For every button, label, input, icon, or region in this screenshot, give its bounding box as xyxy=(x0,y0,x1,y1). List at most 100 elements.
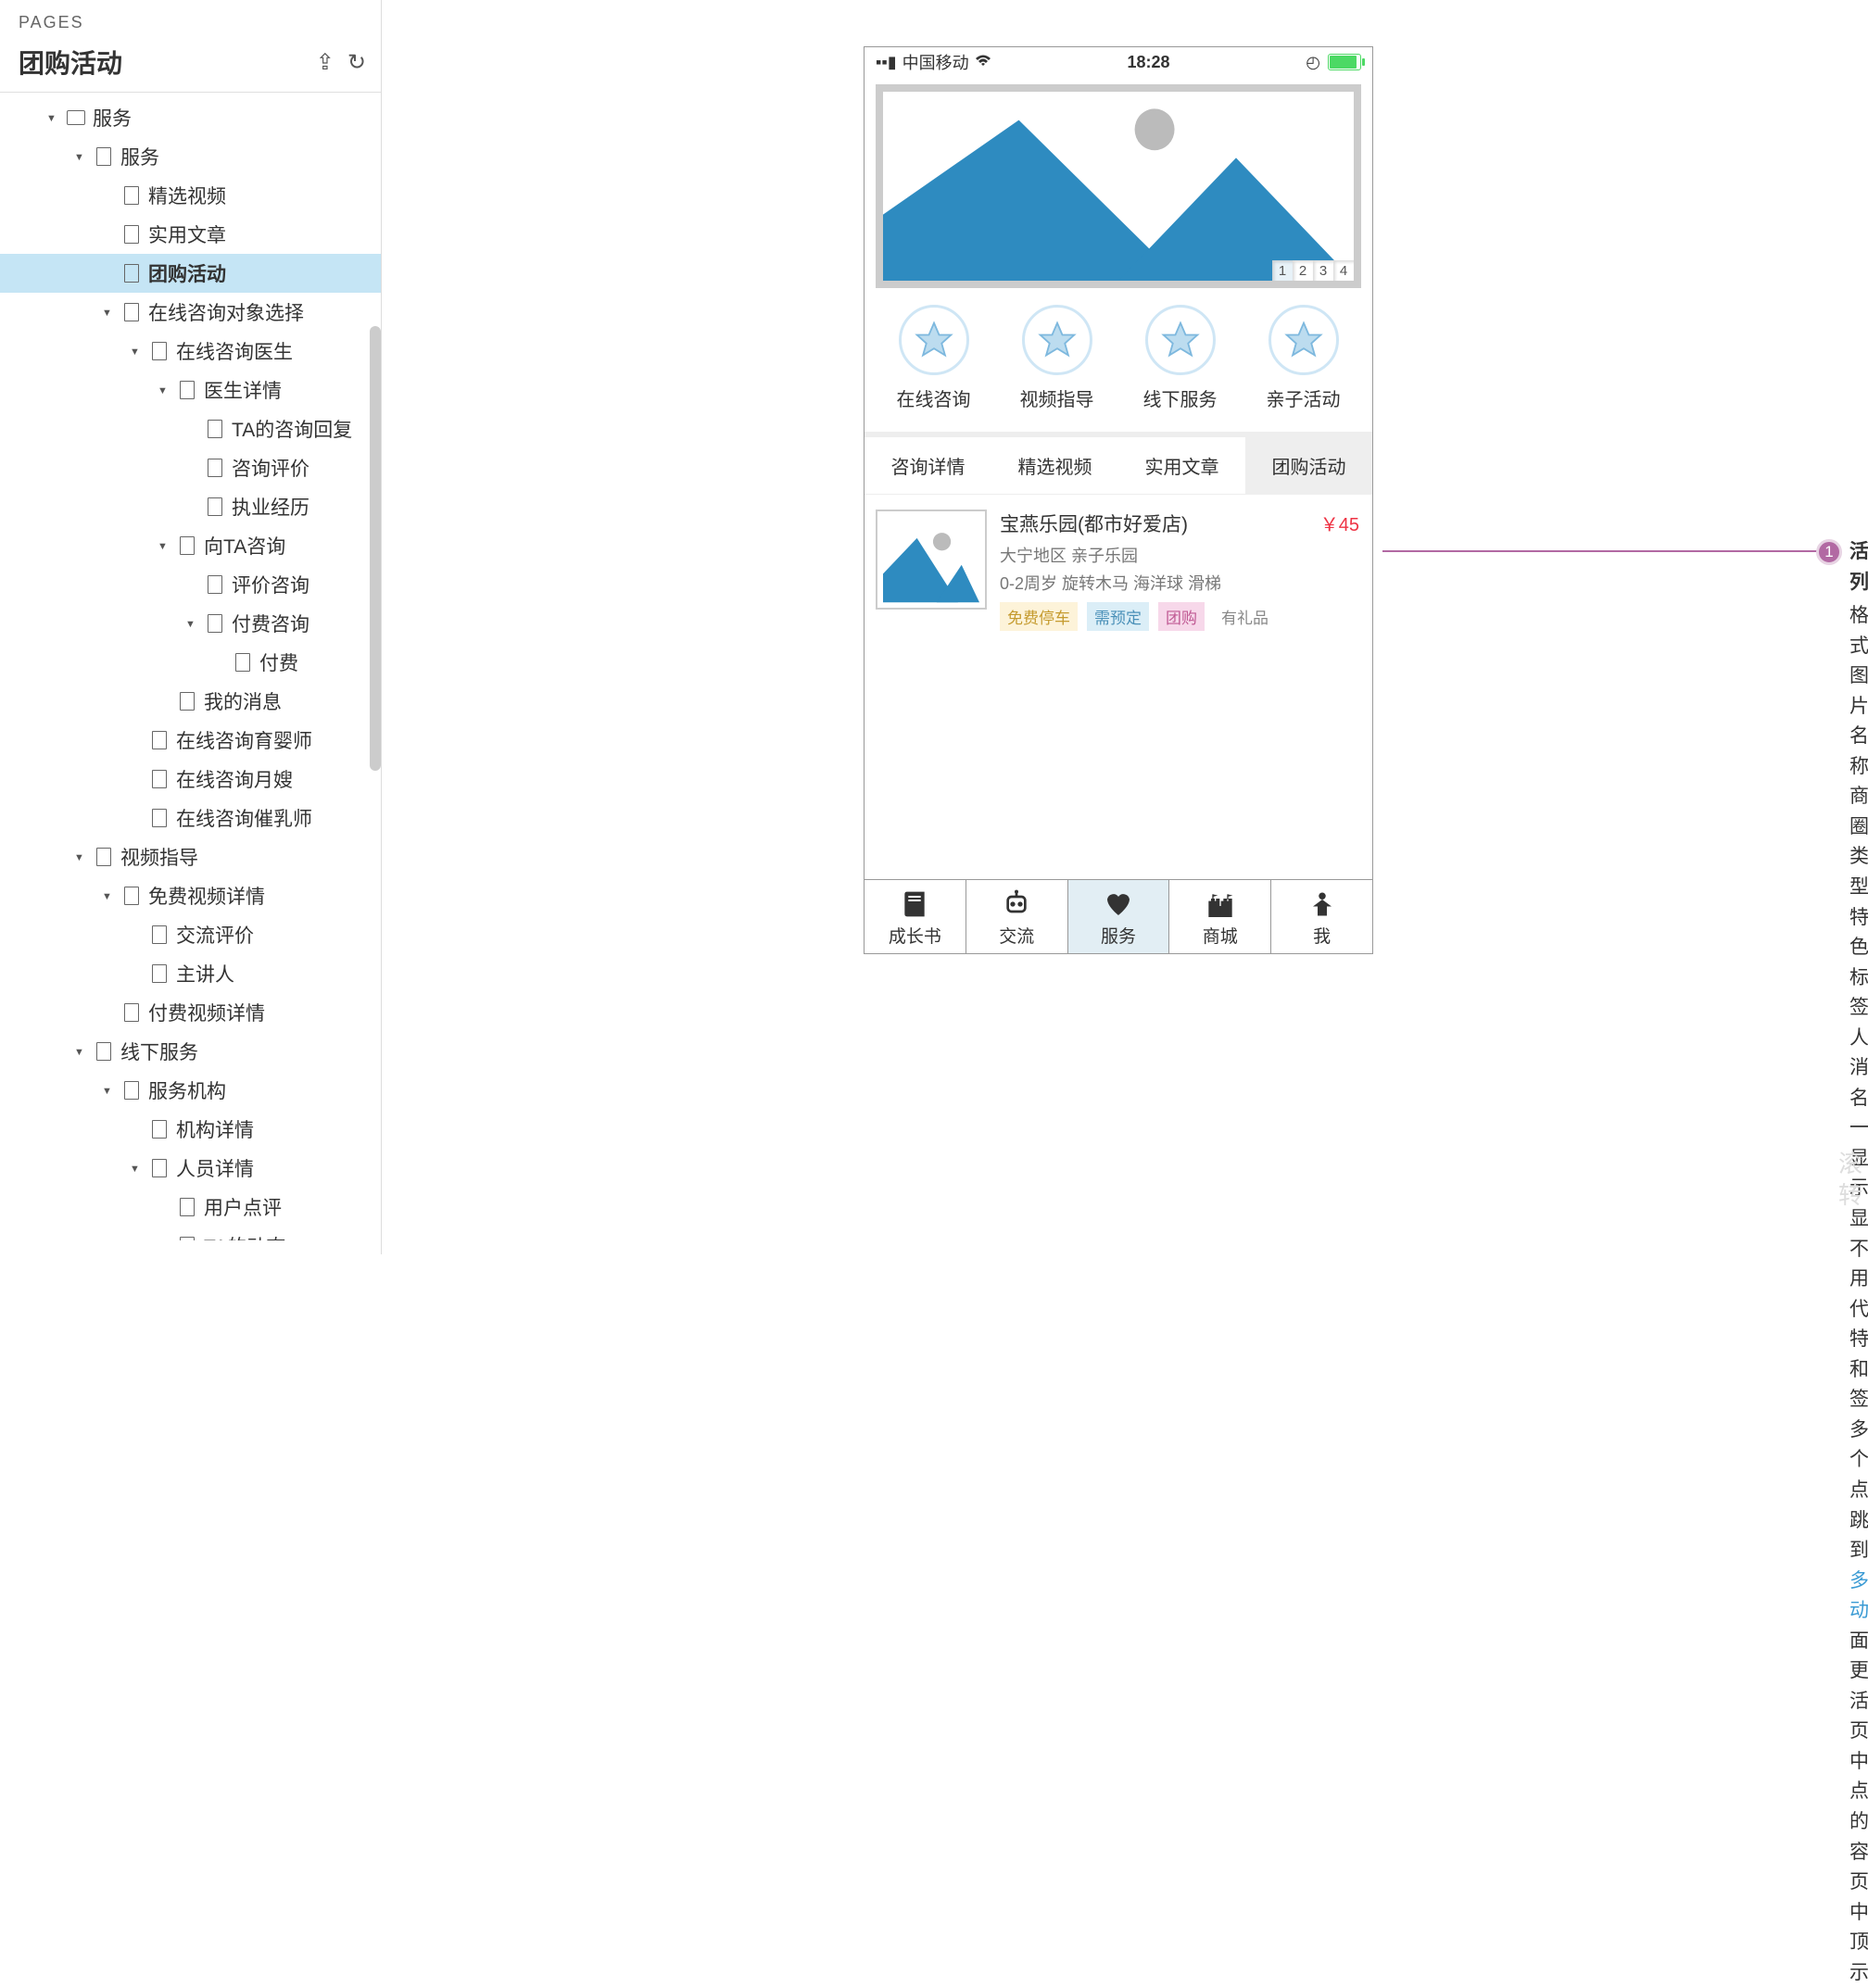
tree-item[interactable]: 咨询评价 xyxy=(0,448,381,487)
tree-item[interactable]: 机构详情 xyxy=(0,1110,381,1149)
tree-item[interactable]: 免费视频详情 xyxy=(0,876,381,915)
tree-item[interactable]: 评价咨询 xyxy=(0,565,381,604)
category-item[interactable]: 视频指导 xyxy=(1020,305,1094,411)
chevron-down-icon[interactable] xyxy=(102,1082,115,1097)
pager-dot[interactable]: 4 xyxy=(1333,260,1354,281)
tag: 团购 xyxy=(1158,602,1205,631)
tree-item-label: TA的动态 xyxy=(204,1232,285,1240)
tree-item-label: 咨询评价 xyxy=(232,454,309,482)
nav-item[interactable]: 交流 xyxy=(966,880,1068,953)
bottom-nav: 成长书交流 服务商城我 xyxy=(865,879,1372,953)
tree-item-label: 交流评价 xyxy=(176,921,254,949)
tree-item[interactable]: 主讲人 xyxy=(0,954,381,993)
nav-icon xyxy=(1002,887,1031,921)
annotation-link[interactable]: 更多活动 xyxy=(1849,1540,1868,1621)
tree-item[interactable]: 团购活动 xyxy=(0,254,381,293)
tree-item[interactable]: 服务 xyxy=(0,98,381,137)
page-icon xyxy=(122,225,141,244)
tree-item-label: 付费咨询 xyxy=(232,610,309,637)
category-label: 线下服务 xyxy=(1143,384,1218,411)
tree-item[interactable]: 交流评价 xyxy=(0,915,381,954)
chevron-down-icon[interactable] xyxy=(130,1160,143,1175)
annotation-line: 特色和标签最多四个 xyxy=(1849,1325,1868,1476)
chevron-down-icon[interactable] xyxy=(185,615,198,630)
refresh-icon[interactable]: ↻ xyxy=(347,49,366,76)
tree-item[interactable]: 向TA咨询 xyxy=(0,526,381,565)
nav-item[interactable]: 商城 xyxy=(1169,880,1271,953)
tree-item[interactable]: 在线咨询医生 xyxy=(0,332,381,371)
tree-item[interactable]: 付费咨询 xyxy=(0,604,381,643)
page-tree: 服务服务精选视频实用文章团购活动在线咨询对象选择在线咨询医生医生详情TA的咨询回… xyxy=(0,92,381,1240)
nav-item[interactable]: 我 xyxy=(1271,880,1372,953)
tree-item[interactable]: 精选视频 xyxy=(0,176,381,215)
chevron-down-icon[interactable] xyxy=(74,849,87,863)
nav-item[interactable]: 成长书 xyxy=(865,880,966,953)
tab[interactable]: 团购活动 xyxy=(1245,437,1372,494)
activity-list-item[interactable]: 宝燕乐园(都市好爱店) 大宁地区 亲子乐园 0-2周岁 旋转木马 海洋球 滑梯 … xyxy=(865,495,1372,646)
tree-item[interactable]: 在线咨询月嫂 xyxy=(0,760,381,799)
tab[interactable]: 咨询详情 xyxy=(865,437,991,494)
chevron-down-icon[interactable] xyxy=(130,343,143,358)
pager-dot[interactable]: 3 xyxy=(1313,260,1333,281)
chevron-down-icon[interactable] xyxy=(102,304,115,319)
tree-item[interactable]: 在线咨询催乳师 xyxy=(0,799,381,837)
tree-item-label: 用户点评 xyxy=(204,1193,282,1221)
page-icon xyxy=(178,1237,196,1240)
tree-item[interactable]: 视频指导 xyxy=(0,837,381,876)
page-icon xyxy=(234,653,252,672)
item-price: ￥45 xyxy=(1320,510,1359,536)
category-item[interactable]: 亲子活动 xyxy=(1267,305,1341,411)
tree-item-label: TA的咨询回复 xyxy=(232,415,352,443)
tree-item[interactable]: 付费视频详情 xyxy=(0,993,381,1032)
tree-item[interactable]: 线下服务 xyxy=(0,1032,381,1071)
tree-item[interactable]: 服务 xyxy=(0,137,381,176)
battery-icon xyxy=(1328,54,1361,70)
folder-icon xyxy=(67,108,85,127)
chevron-down-icon[interactable] xyxy=(102,887,115,902)
category-item[interactable]: 线下服务 xyxy=(1143,305,1218,411)
tree-item[interactable]: 在线咨询对象选择 xyxy=(0,293,381,332)
loading-icon: ◴ xyxy=(1306,53,1320,72)
tree-item-label: 评价咨询 xyxy=(232,571,309,598)
tree-item[interactable]: TA的咨询回复 xyxy=(0,409,381,448)
tree-item[interactable]: 付费 xyxy=(0,643,381,682)
chevron-down-icon[interactable] xyxy=(158,537,170,552)
nav-item[interactable]: 服务 xyxy=(1068,880,1170,953)
tree-item[interactable]: 执业经历 xyxy=(0,487,381,526)
banner-carousel[interactable]: 1234 xyxy=(876,84,1361,288)
chevron-down-icon[interactable] xyxy=(46,109,59,124)
pager-dot[interactable]: 2 xyxy=(1293,260,1313,281)
carousel-pager[interactable]: 1234 xyxy=(1272,260,1354,281)
category-label: 视频指导 xyxy=(1020,384,1094,411)
tree-item-label: 在线咨询育婴师 xyxy=(176,726,312,754)
chevron-down-icon[interactable] xyxy=(74,1043,87,1058)
page-icon xyxy=(150,925,169,944)
current-page-title: 团购活动 xyxy=(19,44,122,81)
tree-item[interactable]: 用户点评 xyxy=(0,1188,381,1227)
tree-item[interactable]: 人员详情 xyxy=(0,1149,381,1188)
nav-label: 交流 xyxy=(999,923,1034,948)
tab[interactable]: 实用文章 xyxy=(1118,437,1245,494)
page-icon xyxy=(178,1198,196,1216)
tab[interactable]: 精选视频 xyxy=(991,437,1118,494)
page-icon xyxy=(206,575,224,594)
category-item[interactable]: 在线咨询 xyxy=(897,305,971,411)
star-icon xyxy=(1022,305,1092,375)
tree-item-label: 付费视频详情 xyxy=(148,999,265,1026)
chevron-down-icon[interactable] xyxy=(74,148,87,163)
tree-item[interactable]: 实用文章 xyxy=(0,215,381,254)
chevron-down-icon[interactable] xyxy=(158,1238,170,1240)
tree-item[interactable]: 服务机构 xyxy=(0,1071,381,1110)
star-icon xyxy=(1145,305,1216,375)
tree-item[interactable]: 我的消息 xyxy=(0,682,381,721)
page-icon xyxy=(206,420,224,438)
sidebar: PAGES 团购活动 ⇪ ↻ 服务服务精选视频实用文章团购活动在线咨询对象选择在… xyxy=(0,0,382,1254)
faded-text: 滚 转 xyxy=(1838,1149,1862,1212)
tree-item[interactable]: TA的动态 xyxy=(0,1227,381,1240)
chevron-down-icon[interactable] xyxy=(158,382,170,396)
tree-item[interactable]: 医生详情 xyxy=(0,371,381,409)
pager-dot[interactable]: 1 xyxy=(1272,260,1293,281)
tree-item[interactable]: 在线咨询育婴师 xyxy=(0,721,381,760)
scrollbar[interactable] xyxy=(370,326,381,771)
share-icon[interactable]: ⇪ xyxy=(316,49,334,76)
